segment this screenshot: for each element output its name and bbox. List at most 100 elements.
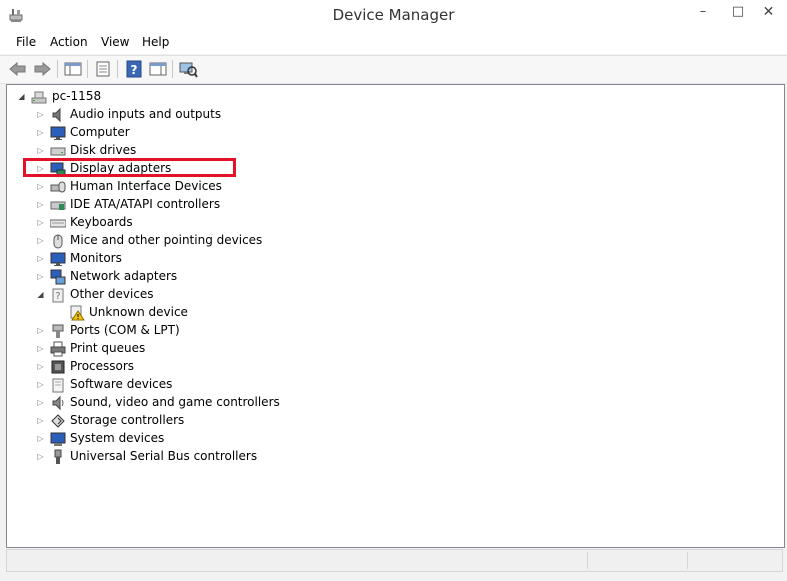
tree-item-label: Print queues [70,341,146,355]
tree-item-print-queues[interactable]: ▷ Print queues [7,340,507,358]
expand-arrow-icon[interactable]: ▷ [36,397,45,409]
tree-item-system-devices[interactable]: ▷ System devices [7,430,507,448]
tree-item-label: System devices [70,431,165,445]
tree-root-node[interactable]: ◢ pc-1158 [7,88,507,106]
sound-icon [50,395,66,411]
menu-help[interactable]: Help [142,35,169,49]
network-adapter-icon [50,269,66,285]
toolbar-separator [87,60,88,78]
printer-icon [50,341,66,357]
monitor-icon [50,125,66,141]
tree-item-ide[interactable]: ▷ IDE ATA/ATAPI controllers [7,196,507,214]
expand-arrow-icon[interactable]: ▷ [36,217,45,229]
expand-arrow-icon[interactable]: ▷ [36,181,45,193]
device-tree[interactable]: ◢ pc-1158 ▷ Audio inputs and outputs ▷ C… [6,84,785,548]
usb-icon [50,449,66,465]
close-button[interactable]: ✕ [750,0,787,24]
tree-item-audio[interactable]: ▷ Audio inputs and outputs [7,106,507,124]
tree-item-hid[interactable]: ▷ Human Interface Devices [7,178,507,196]
collapse-arrow-icon[interactable]: ◢ [17,91,26,103]
scan-hardware-changes-icon [179,62,198,78]
device-manager-window: Device Manager – □ ✕ File Action View He… [0,0,787,581]
keyboard-icon [49,215,67,231]
tree-item-label: Computer [70,125,130,139]
expand-arrow-icon[interactable]: ▷ [36,145,45,157]
mouse-icon [50,233,66,249]
tree-item-monitors[interactable]: ▷ Monitors [7,250,507,268]
tree-item-sound-video[interactable]: ▷ Sound, video and game controllers [7,394,507,412]
other-devices-icon: ? [50,287,66,303]
computer-icon [31,89,47,105]
tree-item-storage-controllers[interactable]: ▷ Storage controllers [7,412,507,430]
menu-view[interactable]: View [101,35,129,49]
tree-item-ports[interactable]: ▷ Ports (COM & LPT) [7,322,507,340]
window-title: Device Manager [332,6,455,24]
tree-item-unknown-device[interactable]: Unknown device [7,304,507,322]
disk-drive-icon [50,143,66,159]
menu-file[interactable]: File [16,35,36,49]
scan-hardware-changes-button[interactable] [178,60,198,78]
collapse-arrow-icon[interactable]: ◢ [36,289,45,301]
tree-item-label: Sound, video and game controllers [70,395,280,409]
show-hide-console-tree-icon [64,62,82,76]
expand-arrow-icon[interactable]: ▷ [36,433,45,445]
expand-arrow-icon[interactable]: ▷ [36,235,45,247]
expand-arrow-icon[interactable]: ▷ [36,343,45,355]
expand-arrow-icon[interactable]: ▷ [36,253,45,265]
tree-item-label: Audio inputs and outputs [70,107,222,121]
tree-item-label: Human Interface Devices [70,179,222,193]
forward-arrow-icon [34,61,51,77]
tree-item-label: Other devices [70,287,154,301]
tree-root-label: pc-1158 [52,89,102,103]
menu-bar: File Action View Help [0,32,787,54]
show-hide-console-tree-button[interactable] [63,60,83,78]
tree-item-label: Mice and other pointing devices [70,233,263,247]
processor-icon [50,359,66,375]
expand-arrow-icon[interactable]: ▷ [36,199,45,211]
maximize-icon: □ [731,4,745,19]
software-device-icon [50,377,66,393]
tree-item-label: Keyboards [70,215,133,229]
title-bar[interactable]: Device Manager – □ ✕ [0,0,787,32]
expand-arrow-icon[interactable]: ▷ [36,109,45,121]
expand-arrow-icon[interactable]: ▷ [36,361,45,373]
tree-item-label: IDE ATA/ATAPI controllers [70,197,221,211]
show-hide-action-pane-icon [149,62,167,76]
tree-item-mice[interactable]: ▷ Mice and other pointing devices [7,232,507,250]
tree-item-label: Software devices [70,377,173,391]
tree-item-usb[interactable]: ▷ Universal Serial Bus controllers [7,448,507,466]
expand-arrow-icon[interactable]: ▷ [36,325,45,337]
tree-item-label: Disk drives [70,143,137,157]
hid-icon [50,179,66,195]
tree-item-computer[interactable]: ▷ Computer [7,124,507,142]
tree-item-network[interactable]: ▷ Network adapters [7,268,507,286]
tree-item-label: Processors [70,359,135,373]
minimize-button[interactable]: – [686,0,720,24]
unknown-device-warning-icon [69,305,85,321]
expand-arrow-icon[interactable]: ▷ [36,415,45,427]
help-button[interactable]: ? [124,60,144,78]
monitor-icon [50,251,66,267]
tree-item-processors[interactable]: ▷ Processors [7,358,507,376]
minimize-icon: – [699,4,707,19]
forward-button[interactable] [32,60,52,78]
status-bar [6,549,783,572]
svg-text:?: ? [131,63,138,77]
expand-arrow-icon[interactable]: ▷ [36,451,45,463]
expand-arrow-icon[interactable]: ▷ [36,379,45,391]
properties-button[interactable] [93,60,113,78]
toolbar-separator [117,60,118,78]
close-icon: ✕ [762,4,775,20]
tree-item-software-devices[interactable]: ▷ Software devices [7,376,507,394]
toolbar-separator [57,60,58,78]
expand-arrow-icon[interactable]: ▷ [36,127,45,139]
tree-item-label: Storage controllers [70,413,185,427]
back-arrow-icon [9,61,26,77]
highlight-box [23,158,236,177]
expand-arrow-icon[interactable]: ▷ [36,271,45,283]
tree-item-other-devices[interactable]: ◢ ? Other devices [7,286,507,304]
show-hide-action-pane-button[interactable] [148,60,168,78]
menu-action[interactable]: Action [50,35,88,49]
back-button[interactable] [8,60,28,78]
tree-item-keyboards[interactable]: ▷ Keyboards [7,214,507,232]
